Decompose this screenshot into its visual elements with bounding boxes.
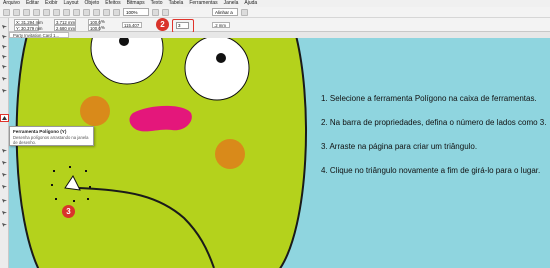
standard-toolbar: 100% Alinhar a	[0, 7, 550, 18]
menu-item[interactable]: Arquivo	[3, 0, 20, 7]
print-icon[interactable]	[33, 8, 40, 16]
y-position-field[interactable]: Y: 30.379 mm	[14, 25, 43, 31]
menu-item[interactable]: Tabela	[169, 0, 184, 7]
rulers-icon[interactable]	[162, 8, 169, 16]
shape-tool-icon[interactable]	[1, 34, 8, 40]
right-cheek	[215, 139, 245, 169]
zoom-level-select[interactable]: 100%	[123, 8, 149, 16]
snap-to-select[interactable]: Alinhar a	[212, 8, 238, 16]
menu-item[interactable]: Editar	[26, 0, 39, 7]
menu-item[interactable]: Exibir	[45, 0, 58, 7]
scale-y-unit: %	[101, 25, 105, 30]
step-badge-3: 3	[62, 205, 75, 218]
right-pupil	[216, 53, 226, 63]
left-cheek	[80, 96, 110, 126]
new-document-icon[interactable]	[3, 8, 10, 16]
step-badge-2: 2	[156, 18, 169, 31]
polygon-tool-tooltip: Ferramenta Polígono (Y) Desenha polígono…	[9, 126, 94, 146]
open-icon[interactable]	[13, 8, 20, 16]
toolbox	[0, 18, 9, 268]
menu-item[interactable]: Texto	[151, 0, 163, 7]
character-body	[15, 38, 307, 268]
text-tool-icon[interactable]	[1, 148, 8, 154]
menu-item[interactable]: Ajuda	[244, 0, 257, 7]
tooltip-description: Desenha polígonos arrastando na janela d…	[13, 135, 89, 145]
menu-item[interactable]: Bitmaps	[127, 0, 145, 7]
freehand-tool-icon[interactable]	[1, 64, 8, 70]
menu-item[interactable]: Janela	[224, 0, 239, 7]
outline-width-select[interactable]: .2 mm	[212, 22, 230, 28]
full-screen-icon[interactable]	[152, 8, 159, 16]
menu-item[interactable]: Efeitos	[105, 0, 120, 7]
save-icon[interactable]	[23, 8, 30, 16]
menu-item[interactable]: Objeto	[85, 0, 100, 7]
drop-shadow-tool-icon[interactable]	[1, 184, 8, 190]
zoom-tool-icon[interactable]	[1, 54, 8, 60]
instruction-step-2: 2. Na barra de propriedades, defina o nú…	[321, 118, 547, 127]
polygon-sides-field[interactable]: 3	[176, 22, 189, 29]
instructions-panel: 1. Selecione a ferramenta Polígono na ca…	[321, 94, 550, 190]
options-icon[interactable]	[241, 8, 248, 16]
smart-fill-tool-icon[interactable]	[1, 222, 8, 228]
copy-icon[interactable]	[53, 8, 60, 16]
publish-pdf-icon[interactable]	[113, 8, 120, 16]
instruction-step-4: 4. Clique no triângulo novamente a fim d…	[321, 166, 541, 175]
property-bar: X: 31.294 mm Y: 30.379 mm 3.712 mm 2.680…	[0, 18, 550, 32]
instruction-step-1: 1. Selecione a ferramenta Polígono na ca…	[321, 94, 537, 103]
pick-tool-icon[interactable]	[1, 24, 8, 30]
ellipse-tool-icon[interactable]	[1, 88, 8, 94]
instruction-step-3: 3. Arraste na página para criar um triân…	[321, 142, 478, 151]
parallel-dimension-tool-icon[interactable]	[1, 160, 8, 166]
undo-icon[interactable]	[73, 8, 80, 16]
menu-item[interactable]: Layout	[64, 0, 79, 7]
paste-icon[interactable]	[63, 8, 70, 16]
export-icon[interactable]	[103, 8, 110, 16]
rotation-angle-field[interactable]: 115.407	[122, 22, 142, 28]
polygon-tool-icon[interactable]	[0, 114, 9, 122]
eyedropper-tool-icon[interactable]	[1, 198, 8, 204]
tooltip-title: Ferramenta Polígono (Y)	[13, 129, 67, 134]
rectangle-tool-icon[interactable]	[1, 76, 8, 82]
interactive-fill-tool-icon[interactable]	[1, 210, 8, 216]
import-icon[interactable]	[93, 8, 100, 16]
connector-tool-icon[interactable]	[1, 172, 8, 178]
cut-icon[interactable]	[43, 8, 50, 16]
menu-item[interactable]: Ferramentas	[189, 0, 217, 7]
height-field[interactable]: 2.680 mm	[54, 25, 76, 31]
redo-icon[interactable]	[83, 8, 90, 16]
right-eye	[184, 38, 250, 101]
scale-y-field[interactable]: 100.0	[88, 25, 101, 31]
crop-tool-icon[interactable]	[1, 44, 8, 50]
drawing-canvas[interactable]: 1. Selecione a ferramenta Polígono na ca…	[9, 38, 550, 268]
menu-bar: Arquivo Editar Exibir Layout Objeto Efeitos Bi…	[0, 0, 550, 7]
